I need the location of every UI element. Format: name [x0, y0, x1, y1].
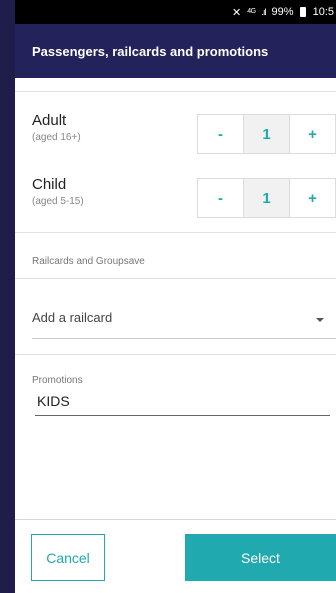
divider [15, 278, 336, 279]
child-count-stepper: - 1 + [197, 178, 336, 218]
passenger-type-label: Adult [32, 112, 67, 129]
divider [15, 519, 336, 520]
railcards-section-title: Railcards and Groupsave [32, 256, 145, 267]
adult-count-stepper: - 1 + [197, 114, 336, 154]
railcard-select-placeholder: Add a railcard [32, 310, 113, 325]
battery-icon [299, 7, 306, 17]
select-button[interactable]: Select [185, 534, 336, 581]
adult-increment-button[interactable]: + [290, 115, 335, 153]
child-count-value: 1 [243, 179, 290, 217]
dialog-header: Passengers, railcards and promotions [15, 24, 336, 78]
divider [15, 91, 336, 92]
mute-icon: ✕ [231, 6, 242, 19]
chevron-down-icon [316, 318, 324, 322]
passenger-age-label: (aged 5-15) [32, 196, 84, 207]
dialog-title: Passengers, railcards and promotions [32, 43, 269, 59]
dialog-body: Adult (aged 16+) - 1 + Child (aged 5-15)… [15, 78, 336, 593]
passenger-age-label: (aged 16+) [32, 132, 81, 143]
promotions-section-title: Promotions [32, 375, 83, 386]
passenger-row-adult: Adult (aged 16+) - 1 + [15, 108, 336, 154]
passenger-row-child: Child (aged 5-15) - 1 + [15, 172, 336, 218]
signal-icon: .ıl [261, 7, 267, 17]
railcard-select[interactable]: Add a railcard [32, 302, 336, 339]
battery-percent: 99% [271, 6, 294, 18]
divider [15, 232, 336, 233]
adult-count-value: 1 [243, 115, 290, 153]
status-time: 10:5 [312, 6, 334, 18]
adult-decrement-button[interactable]: - [198, 115, 243, 153]
passenger-type-label: Child [32, 176, 67, 193]
divider [15, 354, 336, 355]
child-increment-button[interactable]: + [290, 179, 335, 217]
child-decrement-button[interactable]: - [198, 179, 243, 217]
cancel-button[interactable]: Cancel [31, 534, 105, 581]
status-bar: ✕ 4G .ıl 99% 10:5 [15, 0, 336, 24]
network-type-label: 4G [247, 8, 256, 15]
promo-code-input[interactable] [35, 386, 330, 416]
